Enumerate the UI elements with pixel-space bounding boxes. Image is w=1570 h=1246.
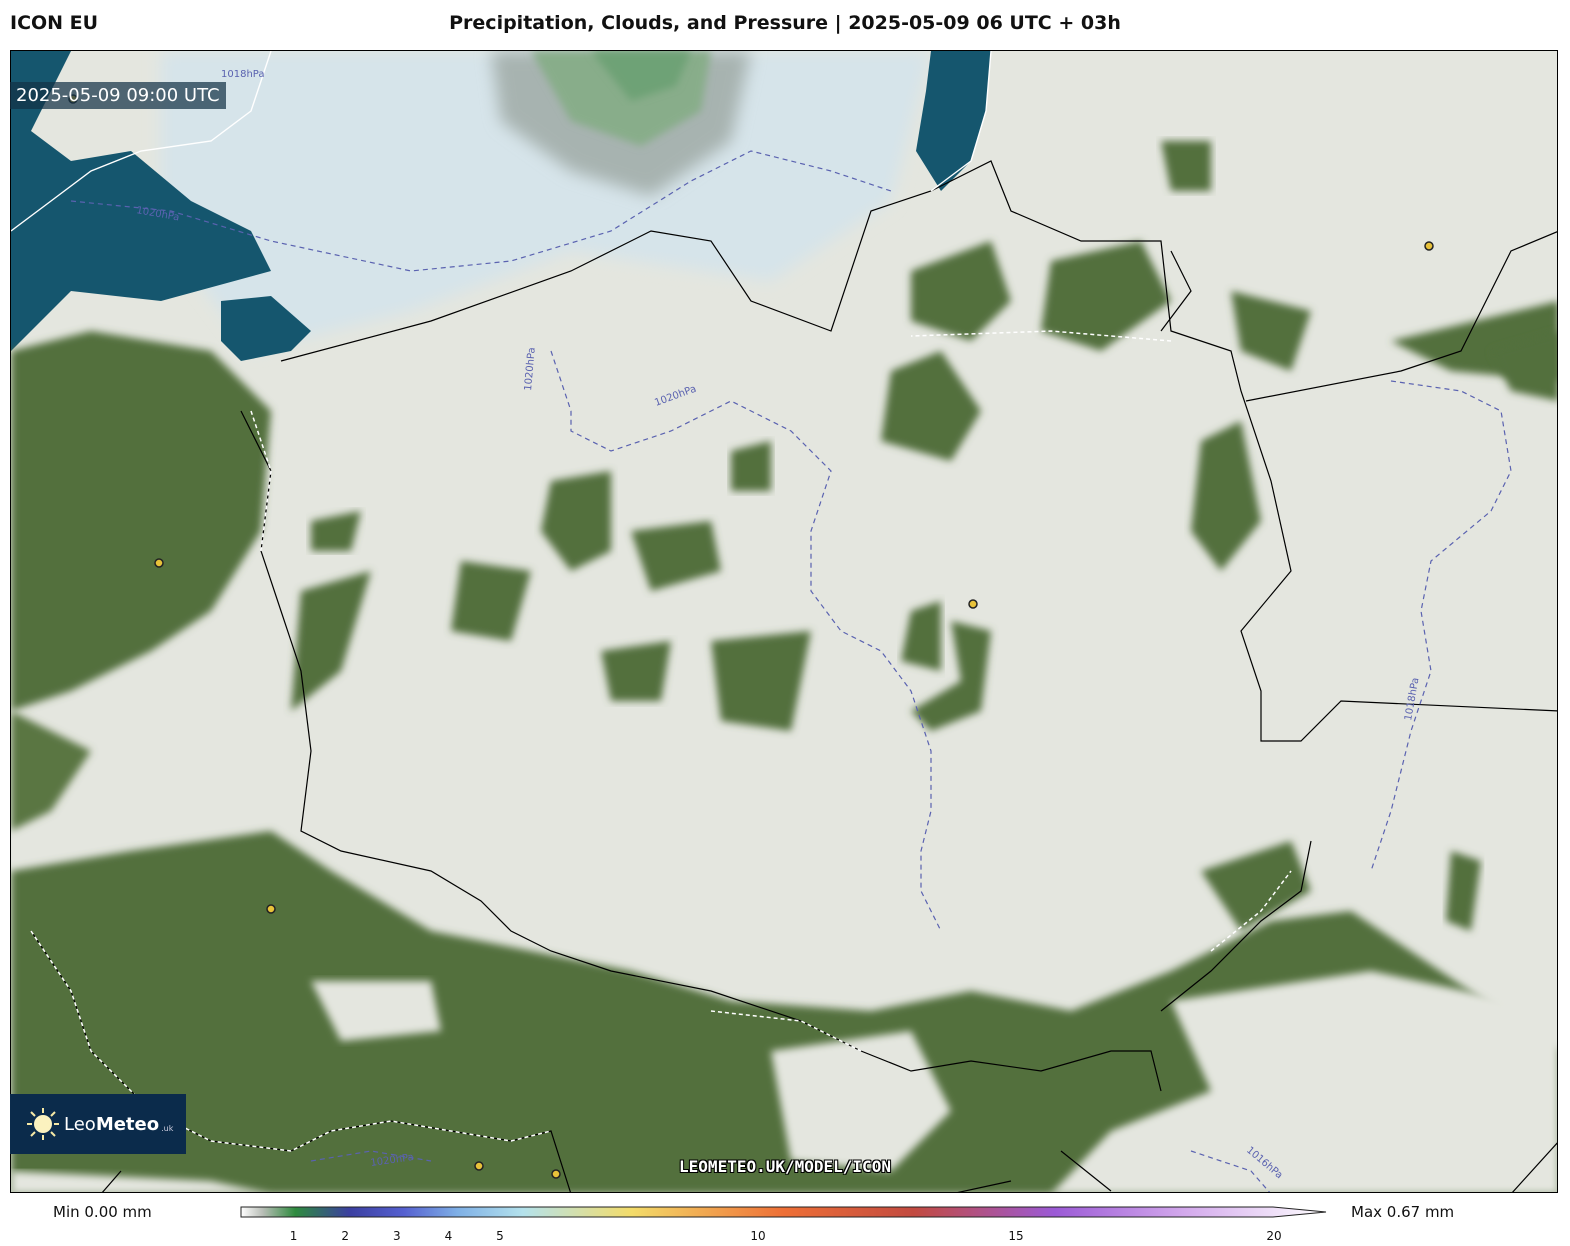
- colorbar-tick-label: 5: [496, 1229, 504, 1243]
- legend-min-label: Min 0.00 mm: [53, 1203, 152, 1221]
- colorbar-tick-label: 20: [1266, 1229, 1282, 1243]
- map-canvas: 1018hPa 1020hPa 1020hPa 1020hPa 1018hPa …: [11, 51, 1557, 1192]
- colorbar-tick-label: 1: [289, 1229, 298, 1243]
- leometeo-logo: LeoMeteo .uk: [10, 1094, 186, 1154]
- watermark-url: LEOMETEO.UK/MODEL/ICON: [679, 1157, 891, 1176]
- map-title: Precipitation, Clouds, and Pressure | 20…: [449, 12, 1121, 34]
- colorbar-bar: [240, 1206, 1327, 1218]
- valid-time-badge: 2025-05-09 09:00 UTC: [10, 82, 226, 109]
- sun-icon: [26, 1107, 60, 1141]
- weather-map[interactable]: 1018hPa 1020hPa 1020hPa 1020hPa 1018hPa …: [10, 50, 1558, 1193]
- colorbar-tick-label: 4: [444, 1229, 453, 1243]
- city-marker: [1424, 241, 1434, 251]
- isobar-label: 1018hPa: [221, 69, 265, 80]
- city-marker: [266, 904, 276, 914]
- colorbar-tick-label: 3: [392, 1229, 401, 1243]
- colorbar-tick-label: 10: [750, 1229, 766, 1243]
- logo-text: LeoMeteo: [64, 1113, 160, 1135]
- legend-max-label: Max 0.67 mm: [1351, 1203, 1455, 1221]
- logo-tld: .uk: [161, 1123, 174, 1133]
- city-marker: [968, 599, 978, 609]
- colorbar-tick-label: 2: [341, 1229, 350, 1243]
- land-patch: [601, 641, 671, 701]
- city-marker: [154, 558, 164, 568]
- colorbar-tick-label: 15: [1008, 1229, 1024, 1243]
- precip-colorbar: [240, 1206, 1327, 1218]
